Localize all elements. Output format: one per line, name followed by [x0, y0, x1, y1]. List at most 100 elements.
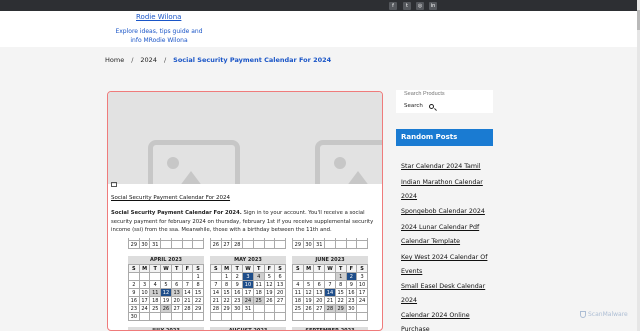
calendar-day — [170, 240, 183, 249]
facebook-icon[interactable]: f — [389, 2, 397, 10]
calendar-day — [170, 312, 183, 321]
calendar-day — [210, 272, 222, 281]
calendar-day — [263, 312, 276, 321]
broken-image-icon — [111, 182, 117, 187]
calendar-month-title: JULY 2023 — [128, 327, 204, 330]
calendar-day: 27 — [313, 304, 326, 313]
calendar-month: JULY 2023 — [128, 327, 204, 330]
calendar-day — [160, 240, 172, 249]
instagram-icon[interactable]: ◎ — [416, 2, 424, 10]
search-button-label: Search — [404, 103, 423, 109]
post-title-link[interactable]: Social Security Payment Calendar For 202… — [111, 195, 230, 201]
breadcrumb-separator: / — [131, 56, 134, 64]
calendar-day: 23 — [345, 296, 358, 305]
search-icon — [428, 103, 434, 109]
calendar-day: 2 — [128, 280, 140, 289]
calendar-day: 4 — [252, 272, 265, 281]
calendar-day: 30 — [138, 240, 151, 249]
calendar-day: 6 — [170, 280, 183, 289]
calendar-day — [292, 312, 304, 321]
calendar-day: 23 — [231, 296, 244, 305]
calendar-day: 12 — [160, 288, 172, 297]
calendar-day: 3 — [242, 272, 254, 281]
search-input[interactable] — [404, 91, 484, 97]
calendar-partial: 18171819202122293031 — [128, 238, 204, 249]
calendar-day — [220, 312, 233, 321]
calendar-day: 24 — [242, 296, 254, 305]
calendar-day: 28 — [231, 240, 244, 249]
calendar-day — [292, 272, 304, 281]
calendar-day: 20 — [170, 296, 183, 305]
linkedin-icon[interactable]: in — [429, 2, 437, 10]
calendar-day: 11 — [292, 288, 304, 297]
calendar-month: SEPTEMBER 2023 — [292, 327, 368, 330]
calendar-day: 22 — [192, 296, 204, 305]
calendar-weekday: T — [149, 264, 162, 273]
post-image-placeholder — [108, 92, 382, 184]
calendar-day — [274, 304, 286, 313]
calendar-day: 22 — [334, 296, 347, 305]
calendar-day: 14 — [181, 288, 194, 297]
image-placeholder-icon — [315, 140, 382, 184]
calendar-weekday: S — [356, 264, 368, 273]
calendar-day: 2 — [345, 272, 358, 281]
calendar-day — [149, 272, 162, 281]
calendar-day: 10 — [242, 280, 254, 289]
calendar-day — [181, 312, 194, 321]
random-post-link[interactable]: Spongebob Calendar 2024 — [401, 205, 493, 219]
post-card: Social Security Payment Calendar For 202… — [107, 91, 383, 331]
calendar-day: 26 — [302, 304, 315, 313]
random-post-link[interactable]: Indian Marathon Calendar 2024 — [401, 176, 493, 204]
calendar-day: 3 — [356, 272, 368, 281]
calendar-day — [242, 312, 254, 321]
calendar-day — [192, 312, 204, 321]
search-button[interactable]: Search — [404, 103, 434, 109]
calendar-day: 29 — [334, 304, 347, 313]
calendar-day: 14 — [324, 288, 336, 297]
calendar-weekday: F — [181, 264, 194, 273]
calendar-weekday: W — [242, 264, 254, 273]
calendar-month-title: APRIL 2023 — [128, 256, 204, 264]
calendar-day — [302, 312, 315, 321]
calendar-day — [252, 304, 265, 313]
calendar-day: 31 — [242, 304, 254, 313]
calendar-day: 13 — [170, 288, 183, 297]
calendar-day: 2 — [231, 272, 244, 281]
post-excerpt-bold: Social Security Payment Calendar For 202… — [111, 210, 242, 216]
calendar-day: 20 — [313, 296, 326, 305]
random-post-link[interactable]: Small Easel Desk Calendar 2024 — [401, 280, 493, 308]
calendar-day: 24 — [356, 296, 368, 305]
random-post-link[interactable]: Star Calendar 2024 Tamil — [401, 160, 493, 174]
calendar-day — [170, 272, 183, 281]
random-post-link[interactable]: Key West 2024 Calendar Of Events — [401, 251, 493, 279]
calendar-day: 1 — [220, 272, 233, 281]
calendar-day — [356, 304, 368, 313]
twitter-icon[interactable]: t — [403, 2, 411, 10]
breadcrumb-home[interactable]: Home — [105, 56, 124, 64]
calendar-day: 6 — [313, 280, 326, 289]
calendar-month-title: AUGUST 2023 — [210, 327, 286, 330]
site-title-link[interactable]: Rodie Wilona — [136, 13, 181, 21]
calendar-day: 24 — [138, 304, 151, 313]
calendar-partial: 19202122232425293031 — [292, 238, 368, 249]
calendar-day — [302, 272, 315, 281]
calendar-day — [252, 240, 265, 249]
calendar-day: 9 — [128, 288, 140, 297]
calendar-day: 14 — [210, 288, 222, 297]
calendar-weekday: W — [324, 264, 336, 273]
random-post-link[interactable]: Calendar 2024 Online Purchase — [401, 309, 493, 331]
calendar-day: 1 — [192, 272, 204, 281]
random-post-link[interactable]: 2024 Lunar Calendar Pdf Calendar Templat… — [401, 221, 493, 249]
calendar-day — [334, 240, 347, 249]
calendar-day: 25 — [149, 304, 162, 313]
breadcrumb-year[interactable]: 2024 — [140, 56, 157, 64]
calendar-partial: 19202122232425262728 — [210, 238, 286, 249]
calendar-day: 17 — [138, 296, 151, 305]
calendar-day: 21 — [210, 296, 222, 305]
calendar-day — [324, 272, 336, 281]
calendar-day: 29 — [220, 304, 233, 313]
calendar-day — [313, 312, 326, 321]
calendar-weekday: T — [334, 264, 347, 273]
calendar-day: 5 — [263, 272, 276, 281]
calendar-weekday: T — [170, 264, 183, 273]
